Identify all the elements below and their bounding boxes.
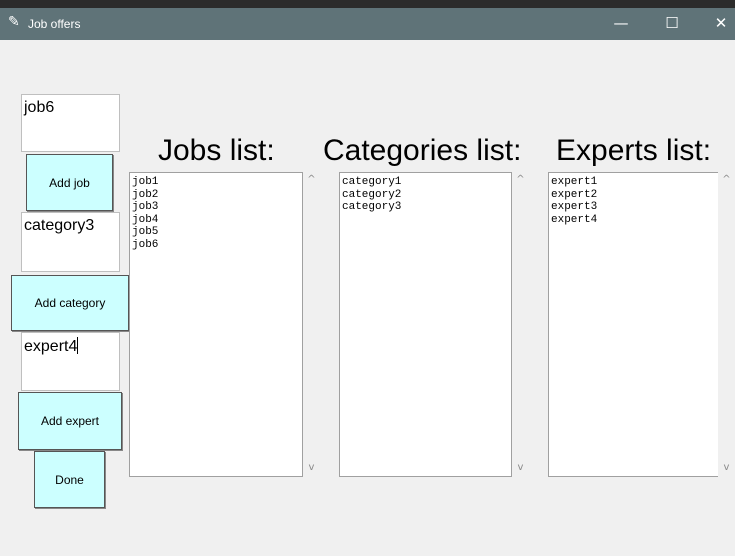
jobs-listbox[interactable]: job1 job2 job3 job4 job5 job6 <box>129 172 303 477</box>
jobs-list-heading: Jobs list: <box>158 134 275 167</box>
add-job-button[interactable]: Add job <box>26 154 113 211</box>
list-item[interactable]: expert2 <box>551 189 718 202</box>
category-input[interactable]: category3 <box>21 212 120 272</box>
experts-list-heading: Experts list: <box>556 134 712 167</box>
categories-listbox[interactable]: category1 category2 category3 <box>339 172 512 477</box>
feather-app-icon: ✎ <box>8 14 20 30</box>
experts-scrollbar[interactable]: ^ v <box>718 172 735 477</box>
list-item[interactable]: job3 <box>132 201 300 214</box>
background-strip <box>0 0 735 8</box>
close-button[interactable]: ✕ <box>706 14 735 34</box>
experts-listbox[interactable]: expert1 expert2 expert3 expert4 <box>548 172 721 477</box>
job-input-value: job6 <box>24 99 55 116</box>
category-input-value: category3 <box>24 217 95 234</box>
scroll-up-arrow-icon[interactable]: ^ <box>718 174 735 185</box>
text-cursor <box>77 337 79 354</box>
scroll-up-arrow-icon[interactable]: ^ <box>303 174 320 185</box>
jobs-scrollbar[interactable]: ^ v <box>303 172 320 477</box>
list-item[interactable]: expert4 <box>551 214 718 227</box>
list-item[interactable]: category3 <box>342 201 509 214</box>
scroll-down-arrow-icon[interactable]: v <box>718 462 735 473</box>
list-item[interactable]: category1 <box>342 176 509 189</box>
expert-input[interactable]: expert4 <box>21 332 120 391</box>
list-item[interactable]: category2 <box>342 189 509 202</box>
categories-list-heading: Categories list: <box>323 134 522 167</box>
list-item[interactable]: job2 <box>132 189 300 202</box>
scroll-up-arrow-icon[interactable]: ^ <box>512 174 529 185</box>
list-item[interactable]: expert1 <box>551 176 718 189</box>
done-button[interactable]: Done <box>34 451 105 508</box>
job-input[interactable]: job6 <box>21 94 120 152</box>
categories-scrollbar[interactable]: ^ v <box>512 172 529 477</box>
add-expert-button[interactable]: Add expert <box>18 392 122 450</box>
list-item[interactable]: job6 <box>132 239 300 252</box>
title-bar: ✎ Job offers — ☐ ✕ <box>0 8 735 40</box>
scroll-down-arrow-icon[interactable]: v <box>303 462 320 473</box>
scroll-down-arrow-icon[interactable]: v <box>512 462 529 473</box>
list-item[interactable]: job1 <box>132 176 300 189</box>
list-item[interactable]: job4 <box>132 214 300 227</box>
add-category-button[interactable]: Add category <box>11 275 129 331</box>
expert-input-value: expert4 <box>24 338 78 355</box>
list-item[interactable]: job5 <box>132 226 300 239</box>
list-item[interactable]: expert3 <box>551 201 718 214</box>
maximize-button[interactable]: ☐ <box>657 14 687 34</box>
minimize-button[interactable]: — <box>606 14 636 34</box>
window-title: Job offers <box>28 17 81 31</box>
